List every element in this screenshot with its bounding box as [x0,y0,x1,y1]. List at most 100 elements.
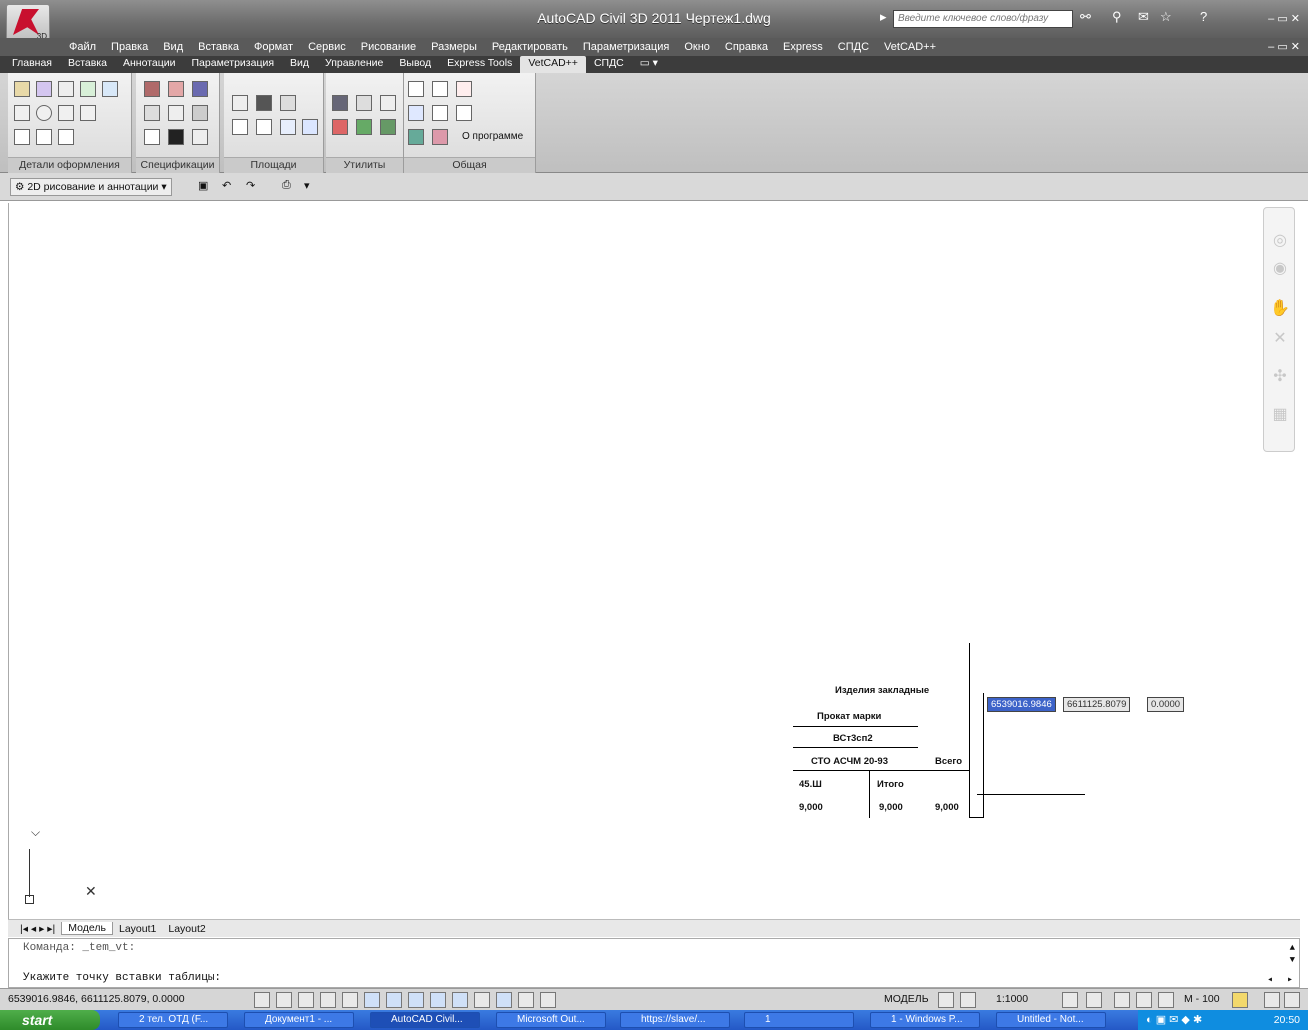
showmotion-icon[interactable]: ◉ [1270,258,1290,278]
help-search-input[interactable]: Введите ключевое слово/фразу [893,10,1073,28]
3d-osnap-icon[interactable] [386,992,402,1008]
bracket-icon[interactable] [192,129,208,145]
scroll-left-icon[interactable]: ◂ [1267,974,1273,986]
menu-spds[interactable]: СПДС [831,41,877,53]
menu-help[interactable]: Справка [718,41,776,53]
taskbar-item[interactable]: Документ1 - ... [244,1012,354,1028]
dynamic-input-y[interactable]: 6611125.8079 [1063,697,1131,712]
status-menu-icon[interactable] [1264,992,1280,1008]
taskbar-item[interactable]: 2 тел. ОТД (F... [118,1012,228,1028]
room-area-icon[interactable] [280,119,296,135]
print-icon[interactable]: ⎙ [282,179,296,193]
arc-leader-icon[interactable] [14,105,30,121]
taskbar-item-active[interactable]: AutoCAD Civil... [370,1012,480,1028]
spec-export-icon[interactable] [192,105,208,121]
about-button[interactable]: О программе [462,131,523,142]
annotation-visibility-icon[interactable] [1062,992,1078,1008]
scroll-right-icon[interactable]: ▸ [1287,974,1293,986]
qat-menu-chevron-icon[interactable]: ▾ [304,179,318,193]
menu-vetcad[interactable]: VetCAD++ [877,41,944,53]
orbit-icon[interactable]: ✣ [1270,366,1290,386]
ducs-icon[interactable] [430,992,446,1008]
quick-properties-icon[interactable] [518,992,534,1008]
save-icon[interactable]: ▣ [198,179,212,193]
block-icon[interactable] [380,119,396,135]
menu-parametric[interactable]: Параметризация [576,41,677,53]
tool-icon[interactable] [356,95,372,111]
tab-output[interactable]: Вывод [391,56,439,73]
menu-tools[interactable]: Сервис [301,41,354,53]
tab-spds[interactable]: СПДС [586,56,632,73]
menu-insert[interactable]: Вставка [191,41,247,53]
layout-nav-arrows-icon[interactable]: |◂ ◂ ▸ ▸| [14,923,61,935]
viewcube-icon[interactable]: ▦ [1270,404,1290,424]
steering-wheel-icon[interactable]: ◎ [1270,230,1290,250]
communication-center-icon[interactable]: ✉ [1138,9,1149,25]
dynamic-input-z[interactable]: 0.0000 [1147,697,1185,712]
menu-express[interactable]: Express [776,41,831,53]
annotation-label[interactable]: М - 100 [1184,993,1220,1005]
taskbar-item[interactable]: Microsoft Out... [496,1012,606,1028]
infer-constraints-icon[interactable] [254,992,270,1008]
otrack-icon[interactable] [408,992,424,1008]
elevation-icon[interactable] [36,81,52,97]
triangle-area-icon[interactable] [232,119,248,135]
text-edit-icon[interactable] [408,105,424,121]
favorites-star-icon[interactable]: ☆ [1160,9,1172,25]
tab-annotate[interactable]: Аннотации [115,56,184,73]
tab-manage[interactable]: Управление [317,56,391,73]
dome-area-icon[interactable] [302,119,318,135]
dyn-icon[interactable] [452,992,468,1008]
triangle-fill-icon[interactable] [168,129,184,145]
settings-icon[interactable] [408,129,424,145]
grid-icon[interactable] [298,992,314,1008]
tab-view[interactable]: Вид [282,56,317,73]
circle-mark-icon[interactable] [36,105,52,121]
clean-screen-icon[interactable] [1284,992,1300,1008]
about-icon[interactable] [432,129,448,145]
tray-icons[interactable]: ◐ ▣ ✉ ◆ ✱ [1146,1013,1202,1026]
undo-icon[interactable]: ↶ [222,179,236,193]
area-calc-icon[interactable] [232,95,248,111]
workspace-dropdown[interactable]: ⚙ 2D рисование и аннотации ▾ [10,178,172,196]
spec-add-icon[interactable] [168,105,184,121]
calculator-icon[interactable] [332,95,348,111]
menu-edit[interactable]: Правка [104,41,156,53]
menu-dimensions[interactable]: Размеры [424,41,485,53]
spec-edit-icon[interactable] [144,105,160,121]
arrows-icon[interactable] [380,95,396,111]
tab-vetcad[interactable]: VetCAD++ [520,56,586,73]
search-arrow-icon[interactable]: ▸ [880,9,887,25]
paint-icon[interactable] [332,119,348,135]
model-space-button[interactable]: МОДЕЛЬ [884,993,929,1005]
workspace-switch-icon[interactable] [1114,992,1130,1008]
command-line[interactable]: Команда: _tem_vt: Укажите точку вставки … [8,938,1300,988]
tab-home[interactable]: Главная [4,56,60,73]
underline-icon[interactable] [456,105,472,121]
hardware-acceleration-icon[interactable] [1158,992,1174,1008]
quick-view-layouts-icon[interactable] [938,992,954,1008]
auto-scale-icon[interactable] [1086,992,1102,1008]
zoom-icon[interactable]: ✕ [1270,328,1290,348]
window-controls-icon[interactable]: – ▭ ✕ [1268,12,1300,25]
star-area-icon[interactable] [256,119,272,135]
text-style-icon[interactable] [432,105,448,121]
menu-format[interactable]: Формат [247,41,301,53]
scroll-down-icon[interactable]: ▼ [1290,955,1295,965]
tab-insert[interactable]: Вставка [60,56,115,73]
dynamic-input-x[interactable]: 6539016.9846 [987,697,1056,712]
osnap-icon[interactable] [364,992,380,1008]
start-button[interactable]: start [0,1010,100,1030]
selection-cycling-icon[interactable] [540,992,556,1008]
tab-layout2[interactable]: Layout2 [162,923,211,935]
area-table-icon[interactable] [256,95,272,111]
help-icon[interactable]: ? [1200,9,1207,24]
annotation-scale[interactable]: 1:1000 [996,993,1028,1005]
chart-table-icon[interactable] [168,81,184,97]
angle-leader-icon[interactable] [58,105,74,121]
diagonal-icon[interactable] [58,129,74,145]
tab-parametric[interactable]: Параметризация [184,56,283,73]
document-window-controls-icon[interactable]: – ▭ ✕ [1268,40,1300,53]
break-line-icon[interactable] [14,129,30,145]
layer-icon[interactable] [356,119,372,135]
